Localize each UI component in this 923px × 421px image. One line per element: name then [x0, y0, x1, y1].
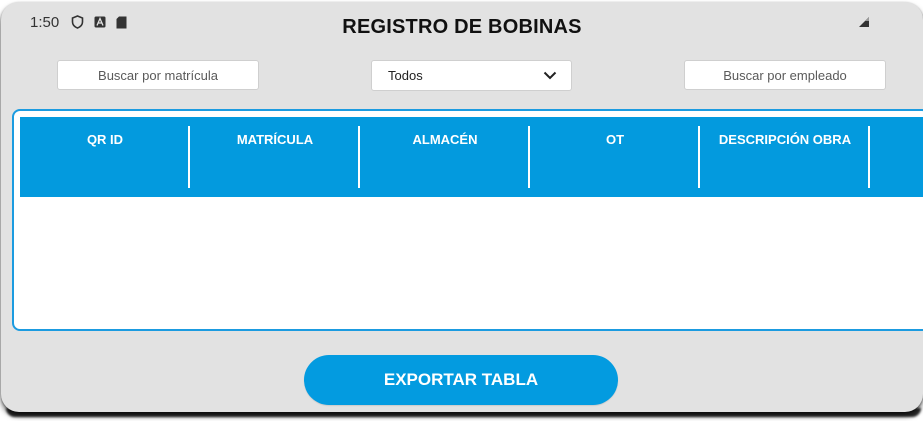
column-header-qr-id[interactable]: QR ID — [20, 117, 190, 197]
column-header-overflow[interactable] — [870, 117, 923, 197]
column-label: DESCRIPCIÓN OBRA — [718, 132, 852, 147]
page-title: REGISTRO DE BOBINAS — [342, 16, 582, 38]
search-matricula-field[interactable] — [57, 60, 259, 90]
column-label: MATRÍCULA — [236, 132, 314, 147]
search-empleado-field[interactable] — [684, 60, 886, 90]
data-table: QR ID MATRÍCULA ALMACÉN OT DESCRIPCIÓN O… — [12, 109, 923, 331]
column-label: QR ID — [86, 132, 124, 147]
column-header-matricula[interactable]: MATRÍCULA — [190, 117, 360, 197]
filter-select-value: Todos — [388, 68, 423, 83]
column-header-ot[interactable]: OT — [530, 117, 700, 197]
table-body — [20, 197, 923, 329]
column-header-almacen[interactable]: ALMACÉN — [360, 117, 530, 197]
app-window: 1:50 REGISTRO DE BOBINAS Buscar por matr… — [1, 2, 923, 412]
search-empleado-input[interactable] — [685, 61, 885, 89]
column-label: OT — [605, 132, 625, 147]
chevron-down-icon — [543, 68, 557, 83]
search-matricula-input[interactable] — [58, 61, 258, 89]
filter-select[interactable]: Todos — [371, 60, 572, 91]
column-label: ALMACÉN — [412, 132, 478, 147]
screen-frame: 1:50 REGISTRO DE BOBINAS Buscar por matr… — [0, 0, 923, 421]
export-table-button[interactable]: EXPORTAR TABLA — [304, 355, 618, 405]
table-header: QR ID MATRÍCULA ALMACÉN OT DESCRIPCIÓN O… — [20, 117, 923, 197]
column-header-descripcion-obra[interactable]: DESCRIPCIÓN OBRA — [700, 117, 870, 197]
